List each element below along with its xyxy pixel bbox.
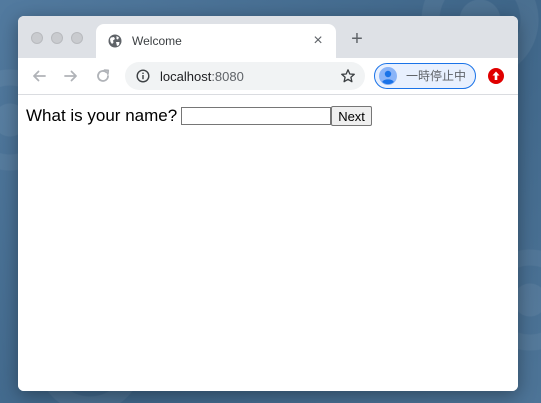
next-button[interactable]: Next xyxy=(331,106,372,126)
tab-strip: Welcome × + xyxy=(18,16,518,58)
tab-title: Welcome xyxy=(132,34,182,48)
window-close-button[interactable] xyxy=(31,32,43,44)
name-input[interactable] xyxy=(181,107,332,125)
profile-button[interactable]: 一時停止中 xyxy=(374,63,476,89)
window-minimize-button[interactable] xyxy=(51,32,63,44)
update-arrow-icon[interactable] xyxy=(488,68,504,84)
reload-icon[interactable] xyxy=(94,67,112,85)
star-icon[interactable] xyxy=(340,68,356,84)
globe-icon xyxy=(108,34,122,48)
window-maximize-button[interactable] xyxy=(71,32,83,44)
name-prompt-label: What is your name? xyxy=(26,106,178,125)
back-arrow-icon[interactable] xyxy=(30,67,48,85)
new-tab-button[interactable]: + xyxy=(348,29,366,49)
browser-window: Welcome × + localhost:8080 一時停止中 What is… xyxy=(18,16,518,391)
profile-status-label: 一時停止中 xyxy=(406,69,467,83)
url-host: localhost xyxy=(160,69,212,84)
url-text: localhost:8080 xyxy=(160,69,244,84)
address-bar[interactable]: localhost:8080 xyxy=(125,62,365,90)
browser-toolbar: localhost:8080 一時停止中 xyxy=(18,58,518,95)
url-port: :8080 xyxy=(211,69,244,84)
avatar-icon xyxy=(379,67,397,85)
name-form: What is your name? Next xyxy=(26,105,372,127)
tab-welcome[interactable]: Welcome × xyxy=(96,24,336,58)
forward-arrow-icon[interactable] xyxy=(62,67,80,85)
page-content: What is your name? Next xyxy=(18,95,518,391)
tab-close-icon[interactable]: × xyxy=(310,33,326,49)
info-icon[interactable] xyxy=(136,69,150,83)
